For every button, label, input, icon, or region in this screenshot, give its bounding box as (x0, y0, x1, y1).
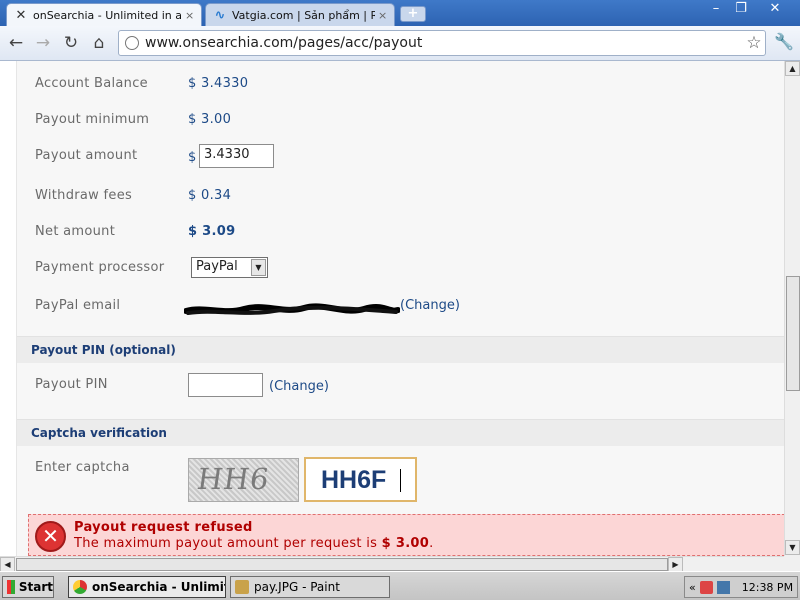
windows-taskbar: Start onSearchia - Unlimite... pay.JPG -… (0, 571, 800, 600)
start-label: Start (18, 580, 53, 594)
payout-pin-label: Payout PIN (35, 377, 108, 392)
scroll-left-icon[interactable]: ◀ (0, 557, 15, 572)
payout-amount-input[interactable]: 3.4330 (199, 144, 274, 168)
scroll-down-icon[interactable]: ▼ (785, 540, 800, 555)
payment-processor-selected: PayPal (196, 259, 238, 274)
vertical-scroll-thumb[interactable] (786, 276, 800, 391)
account-balance-value: $ 3.4330 (188, 76, 249, 91)
payout-form: Account Balance $ 3.4330 Payout minimum … (16, 61, 784, 556)
paypal-email-change-link[interactable]: (Change) (400, 298, 460, 313)
payout-amount-label: Payout amount (35, 148, 138, 163)
captcha-section-header: Captcha verification (17, 419, 784, 446)
captcha-input-value: HH6F (321, 466, 387, 494)
captcha-section-title: Captcha verification (31, 426, 167, 440)
new-tab-button[interactable]: + (400, 6, 426, 22)
text-cursor (400, 469, 401, 492)
payout-pin-section-header: Payout PIN (optional) (17, 336, 784, 363)
tab-title: Vatgia.com | Sản phẩm | Rao v (232, 8, 375, 22)
net-amount-value: $ 3.09 (188, 224, 236, 239)
horizontal-scroll-thumb[interactable] (16, 558, 668, 571)
address-url[interactable]: www.onsearchia.com/pages/acc/payout (145, 35, 743, 51)
network-icon[interactable] (716, 580, 730, 594)
redacted-email-scribble (184, 303, 400, 315)
start-button[interactable]: Start (2, 576, 54, 598)
tab-close-icon[interactable]: × (378, 9, 388, 22)
shield-icon[interactable] (699, 580, 713, 594)
payment-processor-label: Payment processor (35, 260, 165, 275)
vatgia-favicon-icon: ∿ (214, 7, 226, 23)
star-icon[interactable]: ☆ (743, 33, 765, 53)
system-tray: « 12:38 PM (684, 576, 798, 598)
captcha-input[interactable]: HH6F (304, 457, 417, 502)
taskbar-item-paint[interactable]: pay.JPG - Paint (230, 576, 390, 598)
tray-chevron-icon[interactable]: « (689, 581, 696, 594)
chevron-down-icon[interactable]: ▼ (251, 259, 266, 276)
paint-icon (235, 580, 249, 594)
back-arrow-icon[interactable]: ← (5, 32, 27, 54)
error-message-amount: $ 3.00 (381, 536, 430, 551)
error-x-icon: ✕ (35, 521, 66, 552)
globe-icon (125, 36, 139, 50)
net-amount-label: Net amount (35, 224, 116, 239)
withdraw-fees-label: Withdraw fees (35, 188, 133, 203)
browser-tab-strip: ✕ onSearchia - Unlimited in a lot o × ∿ … (0, 0, 800, 26)
captcha-image-text: HH6 F (190, 462, 272, 501)
vertical-scrollbar[interactable]: ▲ ▼ (784, 61, 800, 556)
error-message: The maximum payout amount per request is… (74, 536, 434, 551)
payout-amount-currency: $ (188, 150, 197, 165)
clock: 12:38 PM (741, 580, 794, 594)
error-message-suffix: . (429, 536, 434, 551)
close-window-button[interactable]: ✕ (763, 1, 787, 18)
tab-close-icon[interactable]: × (185, 9, 195, 22)
reload-icon[interactable]: ↻ (60, 32, 82, 54)
taskbar-item-label: onSearchia - Unlimite... (92, 580, 225, 594)
payout-pin-input[interactable] (188, 373, 263, 397)
tab-title: onSearchia - Unlimited in a lot o (33, 8, 182, 22)
captcha-image: HH6 F (188, 458, 299, 502)
scrollbar-corner (784, 556, 800, 571)
payout-pin-change-link[interactable]: (Change) (269, 379, 329, 394)
browser-toolbar: ← → ↻ ⌂ www.onsearchia.com/pages/acc/pay… (0, 26, 800, 61)
windows-logo-icon (7, 580, 15, 594)
error-title: Payout request refused (74, 520, 253, 535)
withdraw-fees-value: $ 0.34 (188, 188, 232, 203)
error-message-text: The maximum payout amount per request is (74, 536, 382, 551)
payment-processor-select[interactable]: PayPal ▼ (191, 257, 268, 278)
scroll-up-icon[interactable]: ▲ (785, 61, 800, 76)
payout-minimum-label: Payout minimum (35, 112, 150, 127)
maximize-button[interactable]: ❐ (729, 1, 753, 18)
minimize-button[interactable]: – (704, 1, 728, 18)
forward-arrow-icon[interactable]: → (32, 32, 54, 54)
payout-pin-section-title: Payout PIN (optional) (31, 343, 176, 357)
horizontal-scrollbar[interactable]: ◀ ▶ (0, 556, 784, 572)
error-message-box: ✕ Payout request refused The maximum pay… (28, 514, 784, 556)
taskbar-item-chrome[interactable]: onSearchia - Unlimite... (68, 576, 226, 598)
home-icon[interactable]: ⌂ (88, 32, 110, 54)
wrench-icon[interactable]: 🔧 (773, 32, 795, 54)
tab-onsearchia[interactable]: ✕ onSearchia - Unlimited in a lot o × (6, 3, 202, 26)
captcha-label: Enter captcha (35, 460, 130, 475)
onsearchia-favicon-icon: ✕ (15, 7, 27, 23)
address-bar[interactable]: www.onsearchia.com/pages/acc/payout ☆ (118, 30, 766, 56)
scroll-right-icon[interactable]: ▶ (668, 557, 683, 572)
payout-minimum-value: $ 3.00 (188, 112, 232, 127)
taskbar-item-label: pay.JPG - Paint (254, 580, 340, 594)
account-balance-label: Account Balance (35, 76, 148, 91)
page-viewport: Account Balance $ 3.4330 Payout minimum … (0, 61, 784, 556)
tab-vatgia[interactable]: ∿ Vatgia.com | Sản phẩm | Rao v × (205, 3, 395, 26)
paypal-email-label: PayPal email (35, 298, 121, 313)
chrome-icon (73, 580, 87, 594)
